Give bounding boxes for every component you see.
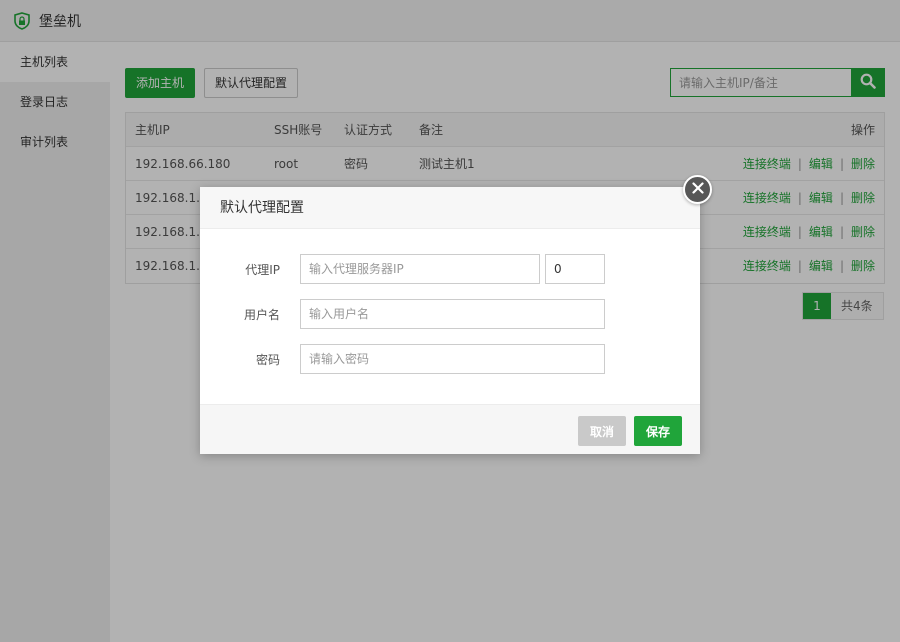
proxy-ip-row: 代理IP [200, 254, 605, 284]
proxy-ip-label: 代理IP [245, 262, 280, 277]
proxy-config-dialog: 默认代理配置 代理IP 用户名 密码 取消 保存 [200, 175, 712, 454]
password-label: 密码 [255, 352, 280, 367]
cancel-button[interactable]: 取消 [578, 416, 626, 446]
proxy-ip-input[interactable] [300, 254, 540, 284]
username-input[interactable] [300, 299, 605, 329]
username-row: 用户名 [200, 299, 605, 329]
dialog-title: 默认代理配置 [200, 187, 700, 229]
save-button[interactable]: 保存 [634, 416, 682, 446]
password-row: 密码 [200, 344, 605, 374]
username-label: 用户名 [243, 307, 280, 322]
proxy-port-input[interactable] [545, 254, 605, 284]
close-button[interactable] [683, 175, 712, 204]
password-input[interactable] [300, 344, 605, 374]
dialog-footer: 取消 保存 [200, 404, 700, 454]
close-icon [691, 182, 704, 197]
app-window: 堡垒机 主机列表 登录日志 审计列表 添加主机 默认代理配置 主机 [0, 0, 900, 642]
